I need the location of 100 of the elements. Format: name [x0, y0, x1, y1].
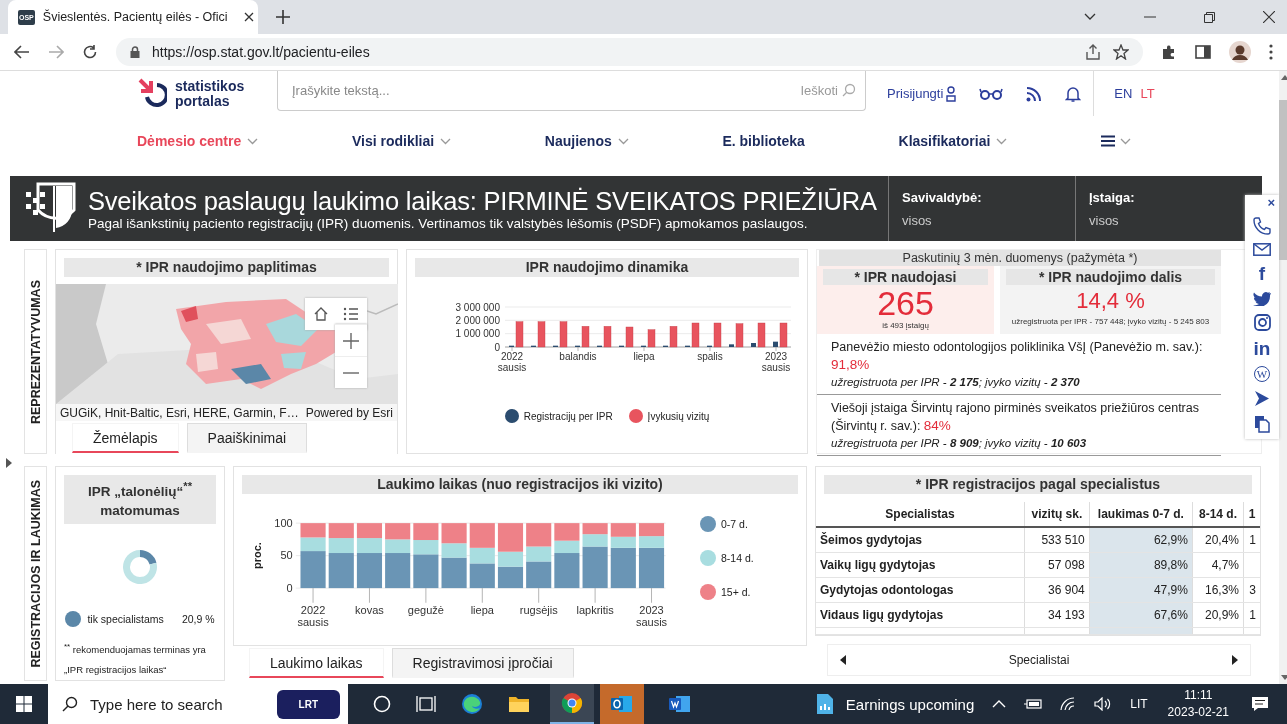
address-field[interactable]: https://osp.stat.gov.lt/pacientu-eiles	[116, 38, 1143, 66]
axis-tick-label: 50	[280, 549, 293, 562]
powered-by-link[interactable]: Powered by Esri	[305, 405, 393, 420]
task-view-icon[interactable]	[416, 695, 436, 713]
chrome-icon[interactable]	[561, 692, 583, 714]
panel-tab[interactable]: Žemėlapis	[72, 423, 179, 453]
side-panel-icon[interactable]	[1195, 45, 1211, 59]
document-icon[interactable]	[1254, 415, 1270, 433]
phone-icon[interactable]	[1253, 217, 1271, 235]
panel-tab[interactable]: Registravimosi įpročiai	[391, 648, 574, 678]
column-header[interactable]: 8-14 d.	[1192, 502, 1244, 527]
language-link[interactable]: LT	[1140, 86, 1155, 101]
windows-start-icon[interactable]	[16, 696, 32, 712]
nav-item[interactable]: Visi rodikliai	[351, 133, 435, 149]
chevron-up-icon[interactable]	[992, 700, 1007, 708]
news-widget-label[interactable]: Earnings upcoming	[845, 695, 975, 713]
zoom-out-button[interactable]	[335, 356, 367, 388]
nav-item[interactable]: E. biblioteka	[722, 133, 805, 149]
filter-value[interactable]: visos	[902, 212, 932, 228]
news-icon[interactable]	[815, 693, 834, 715]
star-icon[interactable]	[1113, 44, 1129, 60]
share-icon[interactable]	[1085, 44, 1101, 60]
axis-tick-label: 2022 sausis	[297, 604, 329, 628]
notifications-icon[interactable]	[1251, 696, 1269, 712]
puzzle-icon[interactable]	[1161, 44, 1177, 60]
legend-list-icon[interactable]	[343, 306, 359, 322]
new-tab-icon[interactable]	[276, 10, 290, 24]
next-icon[interactable]	[1232, 655, 1238, 665]
document-app-icon[interactable]	[669, 694, 691, 714]
panel-tab[interactable]: Laukimo laikas	[249, 648, 384, 678]
clock-time[interactable]: 11:11	[1184, 687, 1213, 704]
battery-icon[interactable]	[1024, 699, 1043, 709]
scrollbar[interactable]	[1279, 71, 1287, 684]
chart-bar	[638, 523, 665, 537]
camera-icon[interactable]	[1253, 314, 1271, 331]
scroll-down-icon[interactable]	[1280, 675, 1287, 680]
zoom-in-button[interactable]	[335, 324, 367, 356]
logo-text[interactable]: statistikos portalas	[175, 78, 245, 109]
mail-app-icon[interactable]	[611, 694, 633, 714]
clock-date[interactable]: 2023-02-21	[1167, 704, 1229, 721]
restore-icon[interactable]	[1204, 11, 1215, 23]
person-icon[interactable]	[946, 85, 957, 102]
minus-icon[interactable]	[343, 371, 359, 374]
avatar-icon[interactable]	[1229, 41, 1251, 63]
tab-title[interactable]: Švieslentės. Pacientų eilės - Ofici	[42, 10, 228, 24]
circle-icon[interactable]	[373, 695, 391, 713]
nav-item[interactable]: Naujienos	[544, 133, 612, 149]
glasses-icon[interactable]	[979, 87, 1004, 100]
rss-icon[interactable]	[1026, 85, 1043, 102]
axis-tick-label: gegužė	[407, 604, 444, 617]
chart-bar	[328, 523, 354, 539]
expand-icon[interactable]	[6, 458, 12, 468]
close-tab-icon[interactable]	[243, 12, 254, 22]
legend-label: Įvykusių vizitų	[647, 410, 710, 422]
table-cell: 67,6%	[1089, 602, 1193, 628]
folder-icon[interactable]	[508, 695, 530, 713]
column-header[interactable]: 1	[1243, 502, 1260, 527]
home-icon[interactable]	[313, 306, 329, 322]
filter-label: Savivaldybė:	[902, 189, 982, 205]
mail-icon[interactable]	[1253, 243, 1271, 256]
speaker-icon[interactable]	[1094, 697, 1113, 711]
scroll-up-icon[interactable]	[1280, 75, 1287, 80]
close-window-icon[interactable]	[1263, 11, 1275, 23]
bird-icon[interactable]	[1253, 291, 1271, 306]
play-icon[interactable]	[1254, 390, 1270, 407]
nav-item[interactable]: Dėmesio centre	[137, 133, 242, 149]
stat-value: 14,4 %	[1075, 287, 1146, 315]
input-language-indicator[interactable]: LIT	[1130, 697, 1148, 711]
footnote: $^{**}$ rekomenduojamas terminas yra „IPR registracijos laikas“	[63, 640, 207, 677]
previous-icon[interactable]	[840, 655, 846, 665]
browser-wave-icon[interactable]	[461, 693, 483, 715]
chevron-down-icon[interactable]	[1084, 13, 1096, 21]
search-icon[interactable]	[62, 696, 78, 712]
close-button[interactable]: ×	[1267, 197, 1275, 209]
share-link[interactable]: in	[1253, 339, 1271, 358]
panel-title: Laukimo laikas (nuo registracijos iki vizito)	[242, 475, 798, 494]
share-link[interactable]: f	[1258, 264, 1266, 283]
filter-value[interactable]: visos	[1089, 212, 1119, 228]
table-cell: Gydytojas odontologas	[816, 577, 1025, 603]
taskbar-app-button[interactable]: LRT	[276, 690, 340, 719]
back-icon[interactable]	[14, 45, 30, 59]
menu-icon[interactable]	[1101, 135, 1115, 147]
menu-icon[interactable]	[1269, 44, 1273, 60]
legend-label: Registracijų per IPR	[523, 410, 613, 422]
dashboard-subtitle: Pagal išankstinių paciento registracijų (IPR) duomenis. Vertinamos tik valstybės lėšomis (PSDF) apmokamos paslaugos.	[88, 216, 809, 231]
nav-item[interactable]: Klasifikatoriai	[898, 133, 991, 149]
column-header[interactable]: vizitų sk.	[1024, 502, 1090, 527]
column-header[interactable]: Specialistas	[816, 502, 1025, 527]
panel-tab[interactable]: Paaiškinimai	[186, 423, 308, 453]
chart-bar	[441, 523, 467, 544]
language-link[interactable]: EN	[1114, 86, 1133, 101]
chart-bar	[300, 523, 326, 538]
plus-icon[interactable]	[343, 332, 359, 349]
stat-value: 265	[876, 285, 934, 321]
legend-dot	[504, 409, 519, 423]
login-link[interactable]: Prisijungti	[887, 86, 944, 101]
wifi-icon[interactable]	[1060, 697, 1077, 711]
axis-tick-label: spalis	[697, 351, 723, 362]
reload-icon[interactable]	[82, 44, 98, 60]
bell-icon[interactable]	[1065, 85, 1082, 102]
